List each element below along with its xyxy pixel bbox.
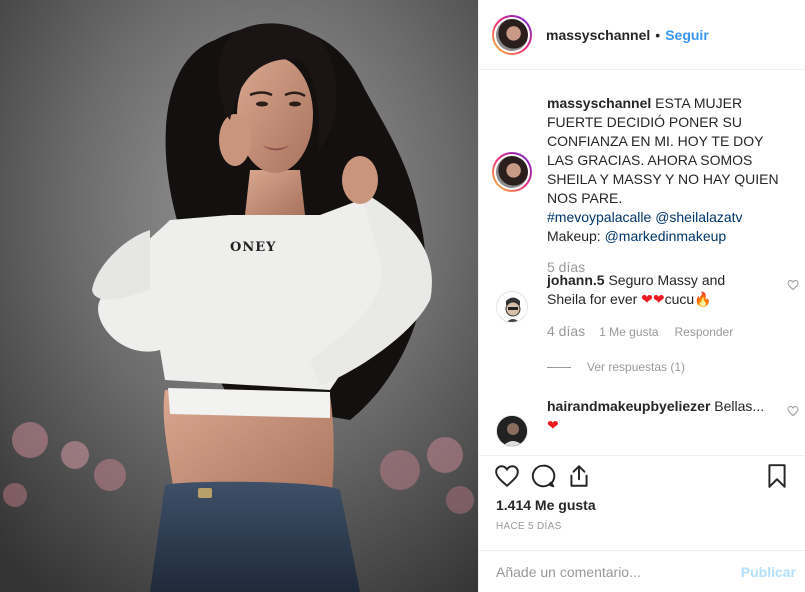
caption-body: ESTA MUJER FUERTE DECIDIÓ PONER SU CONFI… <box>547 95 779 206</box>
red-heart-icon: ❤❤ <box>641 291 665 307</box>
comment-input[interactable]: Añade un comentario... <box>496 564 741 580</box>
post-side-panel: massyschannel • Seguir massyschannel EST… <box>478 0 805 592</box>
comment-item: johann.5 Seguro Massy and Sheila for eve… <box>492 271 799 339</box>
comments-list[interactable]: massyschannel ESTA MUJER FUERTE DECIDIÓ … <box>479 71 805 455</box>
reply-button[interactable]: Responder <box>675 325 734 339</box>
comment-suffix: cucu <box>664 291 695 307</box>
caption-username[interactable]: massyschannel <box>547 95 651 111</box>
commenter-username[interactable]: hairandmakeupbyeliezer <box>547 398 710 414</box>
comment-time[interactable]: 4 días <box>547 323 585 339</box>
share-icon[interactable] <box>566 463 592 489</box>
caption-avatar-image <box>496 156 528 188</box>
shirt-text: ONEY <box>230 240 276 255</box>
red-heart-icon: ❤ <box>547 417 559 433</box>
caption-avatar[interactable] <box>492 152 532 192</box>
commenter-username[interactable]: johann.5 <box>547 272 605 288</box>
post-actions: 1.414 Me gusta HACE 5 DÍAS <box>479 455 805 550</box>
cartoon-avatar-icon <box>497 292 527 322</box>
like-count[interactable]: 1.414 Me gusta <box>496 497 596 513</box>
comment-body: Bellas... <box>710 398 765 414</box>
mention-link-1[interactable]: @sheilalazatv <box>655 209 742 225</box>
fire-icon: 🔥 <box>694 291 712 307</box>
post-photo[interactable]: ONEY <box>0 0 478 592</box>
like-heart-icon[interactable] <box>494 463 520 489</box>
comment-likes[interactable]: 1 Me gusta <box>599 325 658 339</box>
caption: massyschannel ESTA MUJER FUERTE DECIDIÓ … <box>492 94 792 275</box>
photo-illustration: ONEY <box>0 0 478 592</box>
view-replies[interactable]: Ver respuestas (1) <box>547 360 685 374</box>
author-username[interactable]: massyschannel <box>546 27 650 43</box>
like-comment-heart-icon[interactable] <box>787 279 799 291</box>
action-icons <box>494 463 794 491</box>
comment-text: johann.5 Seguro Massy and Sheila for eve… <box>547 271 767 309</box>
add-comment-bar: Añade un comentario... Publicar <box>479 550 805 592</box>
commenter-avatar[interactable] <box>496 415 528 447</box>
caption-text: massyschannel ESTA MUJER FUERTE DECIDIÓ … <box>547 94 792 246</box>
person-photo-avatar-icon <box>497 416 527 446</box>
bookmark-icon[interactable] <box>764 463 790 489</box>
post-header: massyschannel • Seguir <box>479 0 805 70</box>
comment-meta: 4 días 1 Me gusta Responder <box>547 323 792 339</box>
mention-link-2[interactable]: @markedinmakeup <box>605 228 727 244</box>
author-avatar-image <box>496 18 528 51</box>
comment-item: hairandmakeupbyeliezer Bellas... ❤ <box>492 397 799 447</box>
header-separator: • <box>655 26 661 43</box>
hashtag-link[interactable]: #mevoypalacalle <box>547 209 651 225</box>
commenter-avatar[interactable] <box>496 291 528 323</box>
publish-button[interactable]: Publicar <box>741 564 796 580</box>
author-avatar[interactable] <box>492 14 532 55</box>
makeup-label: Makeup: <box>547 228 605 244</box>
like-comment-heart-icon[interactable] <box>787 405 799 417</box>
follow-button[interactable]: Seguir <box>665 27 709 43</box>
view-replies-label[interactable]: Ver respuestas (1) <box>587 360 685 374</box>
comment-bubble-icon[interactable] <box>530 463 556 489</box>
post-date[interactable]: HACE 5 DÍAS <box>496 521 562 532</box>
comment-text: hairandmakeupbyeliezer Bellas... ❤ <box>547 397 767 435</box>
instagram-post: ONEY massyschannel • Seguir massyschanne… <box>0 0 805 592</box>
replies-line <box>547 366 571 368</box>
